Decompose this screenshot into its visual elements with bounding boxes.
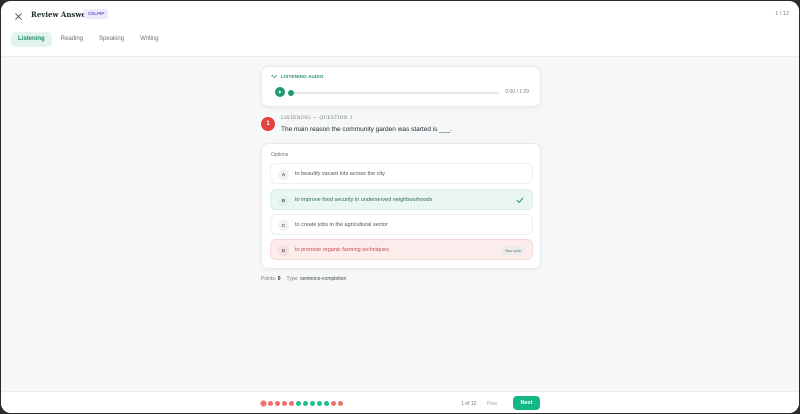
next-button[interactable]: Next (513, 396, 540, 410)
page-indicator: 1 of 12 (461, 401, 477, 407)
option-letter: A (278, 169, 289, 180)
audio-label-text: LISTENING AUDIO (281, 74, 324, 79)
header: Review Answers CELPIP 1 / 12 Listening R… (1, 1, 799, 57)
option-letter: C (278, 220, 289, 231)
review-window: Review Answers CELPIP 1 / 12 Listening R… (1, 1, 799, 413)
option-a[interactable]: A to beautify vacant lots across the cit… (270, 163, 533, 184)
question-dot-8[interactable] (310, 401, 315, 406)
type-info: Type: sentence-completion (286, 276, 346, 282)
audio-seek-handle[interactable] (288, 89, 294, 96)
close-button[interactable] (11, 9, 25, 23)
type-value: sentence-completion (300, 276, 347, 282)
option-b[interactable]: B to improve food security in underserve… (270, 189, 533, 210)
close-icon (14, 12, 22, 20)
question-meta: Points: 0 Type: sentence-completion (261, 276, 346, 282)
audio-seek-bar[interactable] (289, 91, 499, 94)
tab-listening[interactable]: Listening (11, 32, 52, 47)
question-section-label: LISTENING — QUESTION 1 (281, 116, 353, 121)
tab-speaking[interactable]: Speaking (92, 32, 131, 47)
tab-reading[interactable]: Reading (54, 32, 90, 47)
question-number: 1 (261, 117, 275, 131)
question-dot-11[interactable] (331, 401, 336, 406)
question-text: The main reason the community garden was… (281, 126, 452, 133)
option-text: to promote organic farming techniques (295, 246, 389, 253)
question-dots (261, 401, 343, 406)
option-text: to improve food security in underserved … (295, 196, 433, 203)
question-dot-2[interactable] (268, 401, 273, 406)
option-c[interactable]: C to create jobs in the agricultural sec… (270, 214, 533, 235)
check-icon (516, 197, 524, 203)
points-info: Points: 0 (261, 276, 280, 282)
play-icon (278, 90, 282, 94)
option-letter: D (278, 245, 289, 256)
question-dot-1[interactable] (261, 401, 266, 406)
option-d[interactable]: D to promote organic farming techniques … (270, 239, 533, 260)
question-dot-10[interactable] (324, 401, 329, 406)
tab-writing[interactable]: Writing (133, 32, 166, 47)
question-dot-3[interactable] (275, 401, 280, 406)
question-dot-6[interactable] (296, 401, 301, 406)
type-label: Type: (286, 276, 299, 282)
prev-button[interactable]: Prev (487, 401, 497, 407)
points-label: Points: (261, 276, 277, 282)
your-pick-tag: Your pick (501, 245, 524, 255)
question-dot-7[interactable] (303, 401, 308, 406)
section-tabs: Listening Reading Speaking Writing (11, 32, 166, 47)
audio-label: LISTENING AUDIO (271, 74, 324, 79)
question-dot-5[interactable] (289, 401, 294, 406)
play-button[interactable] (275, 87, 285, 97)
audio-wave-icon (271, 75, 277, 78)
question-dot-12[interactable] (338, 401, 343, 406)
points-value: 0 (277, 276, 281, 282)
option-letter: B (278, 195, 289, 206)
option-text: to create jobs in the agricultural secto… (295, 221, 388, 228)
question-dot-9[interactable] (317, 401, 322, 406)
question-progress: 1 / 12 (775, 11, 789, 17)
audio-player: LISTENING AUDIO 0:00 / 1:29 (261, 66, 541, 107)
audio-time: 0:00 / 1:29 (505, 89, 529, 95)
question-dot-4[interactable] (282, 401, 287, 406)
options-card: Options A to beautify vacant lots across… (261, 143, 541, 269)
exam-badge: CELPIP (84, 9, 109, 19)
option-text: to beautify vacant lots across the city (295, 170, 385, 177)
footer-nav: 1 of 12 Prev Next (1, 391, 799, 413)
options-label: Options (271, 152, 289, 158)
